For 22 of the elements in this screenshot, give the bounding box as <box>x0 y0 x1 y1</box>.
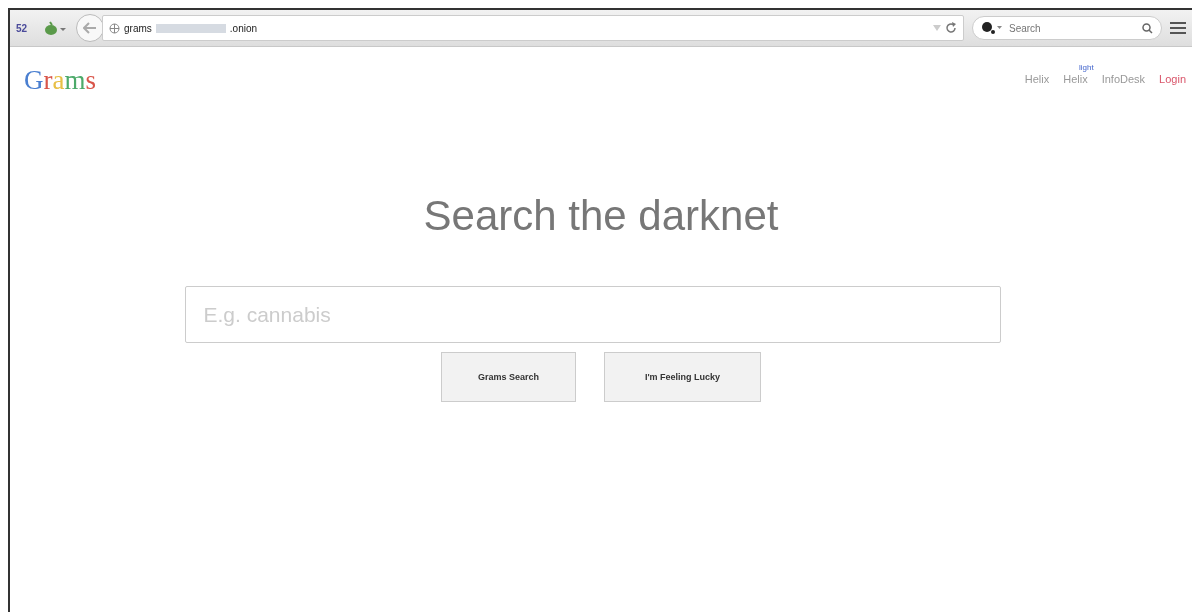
search-button[interactable]: Grams Search <box>441 352 576 402</box>
nav-link[interactable]: Helix <box>1024 73 1050 85</box>
back-button[interactable] <box>76 14 104 42</box>
redacted-blur <box>155 23 226 33</box>
logo[interactable]: Grams <box>24 65 96 96</box>
page-heading: Search the darknet <box>423 192 779 240</box>
search-icon[interactable] <box>1142 22 1153 34</box>
url-text: .onion <box>229 22 258 34</box>
address-bar[interactable]: grams .onion <box>102 15 964 41</box>
search-bar[interactable]: Search <box>972 16 1162 40</box>
nav-link[interactable]: Login <box>1159 73 1186 85</box>
url-text: grams <box>124 22 152 34</box>
reload-icon[interactable] <box>945 22 957 34</box>
menu-icon[interactable] <box>1170 21 1186 35</box>
link-note: light <box>1078 63 1094 73</box>
globe-icon <box>109 22 120 34</box>
nav-link[interactable]: InfoDesk <box>1101 73 1146 85</box>
back-arrow-icon <box>83 22 97 34</box>
addon-badge[interactable]: 52 <box>16 22 36 34</box>
search-engine-icon[interactable] <box>981 21 1003 35</box>
search-button[interactable]: I'm Feeling Lucky <box>604 352 761 402</box>
nav-link[interactable]: Helix <box>1063 73 1088 85</box>
